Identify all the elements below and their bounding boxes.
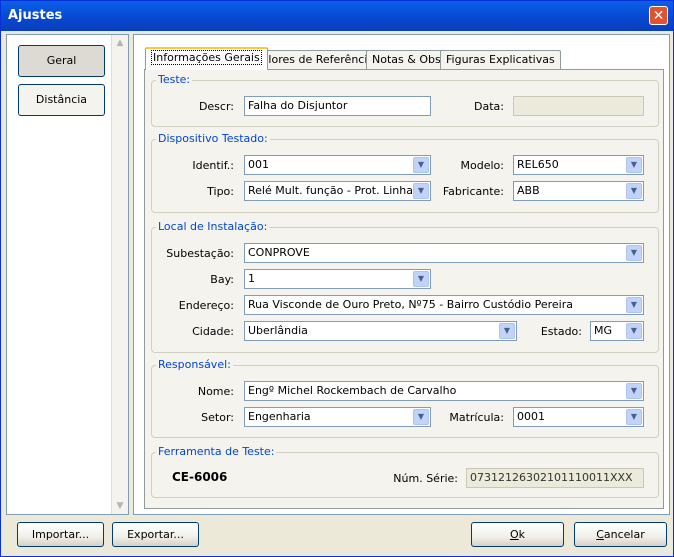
chevron-down-icon[interactable]: ▼ — [626, 323, 642, 339]
fabricante-value: ABB — [517, 184, 540, 197]
dialog-window: Ajustes ✕ Geral Distância ▲ ▼ Informaçõe… — [0, 0, 674, 557]
ok-mnemonic: O — [509, 528, 519, 541]
export-button[interactable]: Exportar... — [112, 522, 199, 547]
identif-value: 001 — [248, 158, 269, 171]
identif-label: Identif.: — [192, 159, 234, 172]
descr-input[interactable]: Falha do Disjuntor — [244, 96, 431, 116]
endereco-combo[interactable]: Rua Visconde de Ouro Preto, Nº75 - Bairr… — [244, 295, 644, 315]
nome-label: Nome: — [197, 385, 234, 398]
group-label: Responsável: — [156, 358, 233, 371]
category-distancia-button[interactable]: Distância — [18, 84, 105, 116]
tipo-value: Relé Mult. função - Prot. Linha — [248, 184, 413, 197]
chevron-down-icon[interactable]: ▼ — [626, 409, 642, 425]
group-ferramenta: Ferramenta de Teste: CE-6006 Núm. Série:… — [151, 445, 659, 498]
tab-notas-obs[interactable]: Notas & Obs. — [366, 50, 451, 69]
nome-combo[interactable]: Engº Michel Rockembach de Carvalho ▼ — [244, 381, 644, 401]
estado-value: MG — [594, 324, 613, 337]
chevron-down-icon[interactable]: ▼ — [626, 157, 642, 173]
chevron-down-icon[interactable]: ▼ — [413, 409, 429, 425]
equipment-model: CE-6006 — [172, 470, 228, 484]
ok-button[interactable]: Ok — [471, 522, 564, 547]
identif-combo[interactable]: 001 ▼ — [244, 155, 431, 175]
arrow-up-icon[interactable]: ▲ — [113, 36, 127, 50]
chevron-down-icon[interactable]: ▼ — [626, 245, 642, 261]
bay-label: Bay: — [210, 273, 234, 286]
serie-input[interactable]: 07312126302101110011XXX — [466, 468, 644, 488]
window-title: Ajustes — [8, 8, 63, 23]
chevron-down-icon[interactable]: ▼ — [413, 271, 429, 287]
tab-label: Informações Gerais — [151, 50, 262, 65]
subestacao-value: CONPROVE — [248, 246, 310, 259]
matricula-value: 0001 — [517, 410, 545, 423]
category-list: Geral Distância ▲ ▼ — [6, 34, 129, 515]
chevron-down-icon[interactable]: ▼ — [626, 383, 642, 399]
setor-combo[interactable]: Engenharia ▼ — [244, 407, 431, 427]
estado-label: Estado: — [540, 325, 582, 338]
tab-panel: Teste: Descr: Falha do Disjuntor Data: D… — [144, 69, 664, 509]
group-label: Dispositivo Testado: — [156, 132, 270, 145]
close-icon[interactable]: ✕ — [649, 6, 668, 25]
tab-informacoes-gerais[interactable]: Informações Gerais — [145, 47, 268, 70]
group-teste: Teste: Descr: Falha do Disjuntor Data: — [151, 73, 659, 127]
endereco-value: Rua Visconde de Ouro Preto, Nº75 - Bairr… — [248, 298, 573, 311]
modelo-label: Modelo: — [460, 159, 504, 172]
modelo-value: REL650 — [517, 158, 559, 171]
matricula-label: Matrícula: — [449, 411, 504, 424]
cancel-mnemonic: C — [596, 528, 604, 541]
title-bar[interactable]: Ajustes ✕ — [1, 1, 673, 31]
data-input[interactable] — [513, 96, 644, 116]
data-label: Data: — [474, 100, 504, 113]
chevron-down-icon[interactable]: ▼ — [626, 297, 642, 313]
tab-figuras-explicativas[interactable]: Figuras Explicativas — [440, 50, 561, 69]
group-label: Ferramenta de Teste: — [156, 445, 277, 458]
matricula-combo[interactable]: 0001 ▼ — [513, 407, 644, 427]
ok-label: k — [518, 528, 526, 541]
chevron-down-icon[interactable]: ▼ — [413, 183, 429, 199]
serie-label: Núm. Série: — [393, 472, 458, 485]
chevron-down-icon[interactable]: ▼ — [413, 157, 429, 173]
fabricante-label: Fabricante: — [442, 185, 504, 198]
cancel-label: ancelar — [603, 528, 645, 541]
nome-value: Engº Michel Rockembach de Carvalho — [248, 384, 457, 397]
arrow-down-icon[interactable]: ▼ — [113, 499, 127, 513]
descr-label: Descr: — [198, 100, 234, 113]
setor-label: Setor: — [201, 411, 234, 424]
cidade-combo[interactable]: Uberlândia ▼ — [244, 321, 517, 341]
cancel-button[interactable]: Cancelar — [574, 522, 667, 547]
bay-combo[interactable]: 1 ▼ — [244, 269, 431, 289]
bay-value: 1 — [248, 272, 255, 285]
chevron-down-icon[interactable]: ▼ — [626, 183, 642, 199]
tipo-label: Tipo: — [207, 185, 234, 198]
tipo-combo[interactable]: Relé Mult. função - Prot. Linha ▼ — [244, 181, 431, 201]
group-label: Teste: — [156, 73, 193, 86]
endereco-label: Endereço: — [178, 299, 234, 312]
tab-valores-referencia[interactable]: Valores de Referência — [249, 50, 381, 69]
chevron-down-icon[interactable]: ▼ — [499, 323, 515, 339]
category-geral-button[interactable]: Geral — [18, 45, 105, 77]
group-responsavel: Responsável: Nome: Engº Michel Rockembac… — [151, 358, 659, 438]
subestacao-combo[interactable]: CONPROVE ▼ — [244, 243, 644, 263]
import-button[interactable]: Importar... — [17, 522, 104, 547]
vertical-scrollbar[interactable]: ▲ ▼ — [111, 35, 128, 514]
estado-combo[interactable]: MG ▼ — [590, 321, 644, 341]
group-local: Local de Instalação: Subestação: CONPROV… — [151, 220, 659, 353]
fabricante-combo[interactable]: ABB ▼ — [513, 181, 644, 201]
settings-pane: Informações Gerais Valores de Referência… — [133, 34, 670, 515]
subestacao-label: Subestação: — [166, 247, 234, 260]
cidade-label: Cidade: — [192, 325, 234, 338]
group-dispositivo: Dispositivo Testado: Identif.: 001 ▼ Mode… — [151, 132, 659, 213]
modelo-combo[interactable]: REL650 ▼ — [513, 155, 644, 175]
cidade-value: Uberlândia — [248, 324, 308, 337]
setor-value: Engenharia — [248, 410, 311, 423]
group-label: Local de Instalação: — [156, 220, 270, 233]
